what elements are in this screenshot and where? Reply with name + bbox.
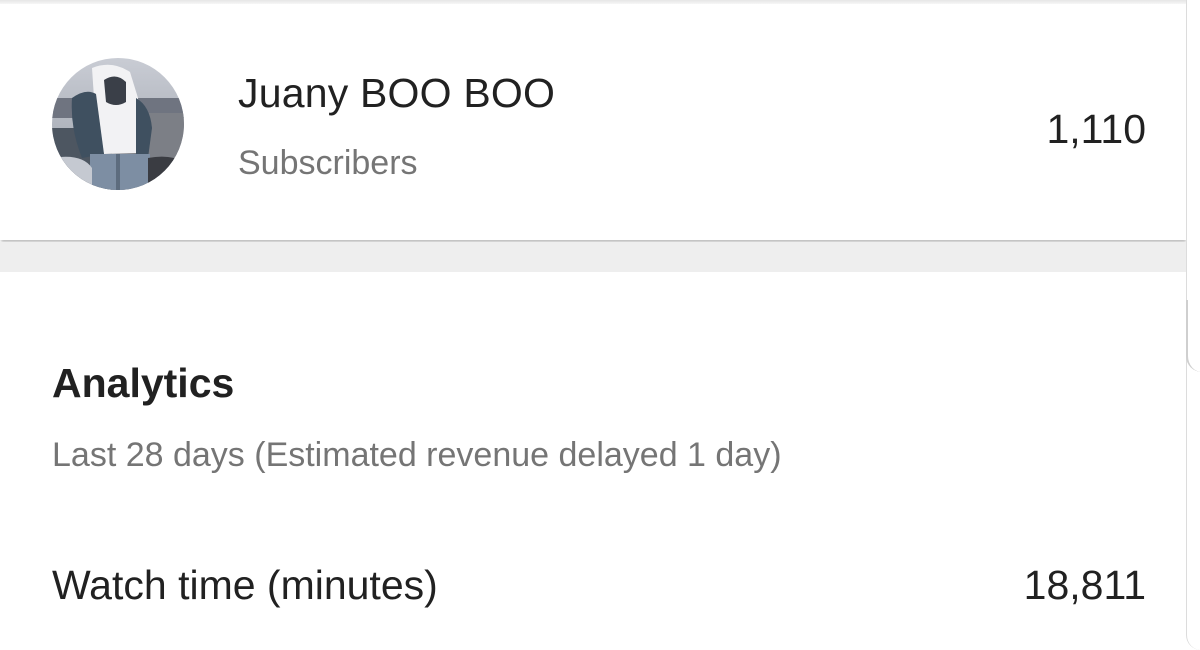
channel-name: Juany BOO BOO bbox=[238, 70, 556, 116]
channel-analytics-screen: Juany BOO BOO Subscribers 1,110 Analytic… bbox=[0, 0, 1200, 650]
subscribers-label: Subscribers bbox=[238, 144, 418, 182]
screen-edge-curve bbox=[1186, 300, 1200, 372]
avatar-photo-icon bbox=[52, 58, 184, 190]
channel-avatar[interactable] bbox=[52, 58, 184, 190]
analytics-title: Analytics bbox=[52, 360, 235, 406]
metric-row-watch-time[interactable]: Watch time (minutes) 18,811 bbox=[0, 556, 1186, 626]
section-separator bbox=[0, 242, 1186, 272]
analytics-subtitle: Last 28 days (Estimated revenue delayed … bbox=[52, 436, 782, 474]
channel-card[interactable]: Juany BOO BOO Subscribers 1,110 bbox=[0, 4, 1187, 240]
metric-value: 18,811 bbox=[1023, 562, 1146, 608]
metric-label: Watch time (minutes) bbox=[52, 562, 438, 608]
subscribers-count: 1,110 bbox=[1046, 106, 1146, 152]
